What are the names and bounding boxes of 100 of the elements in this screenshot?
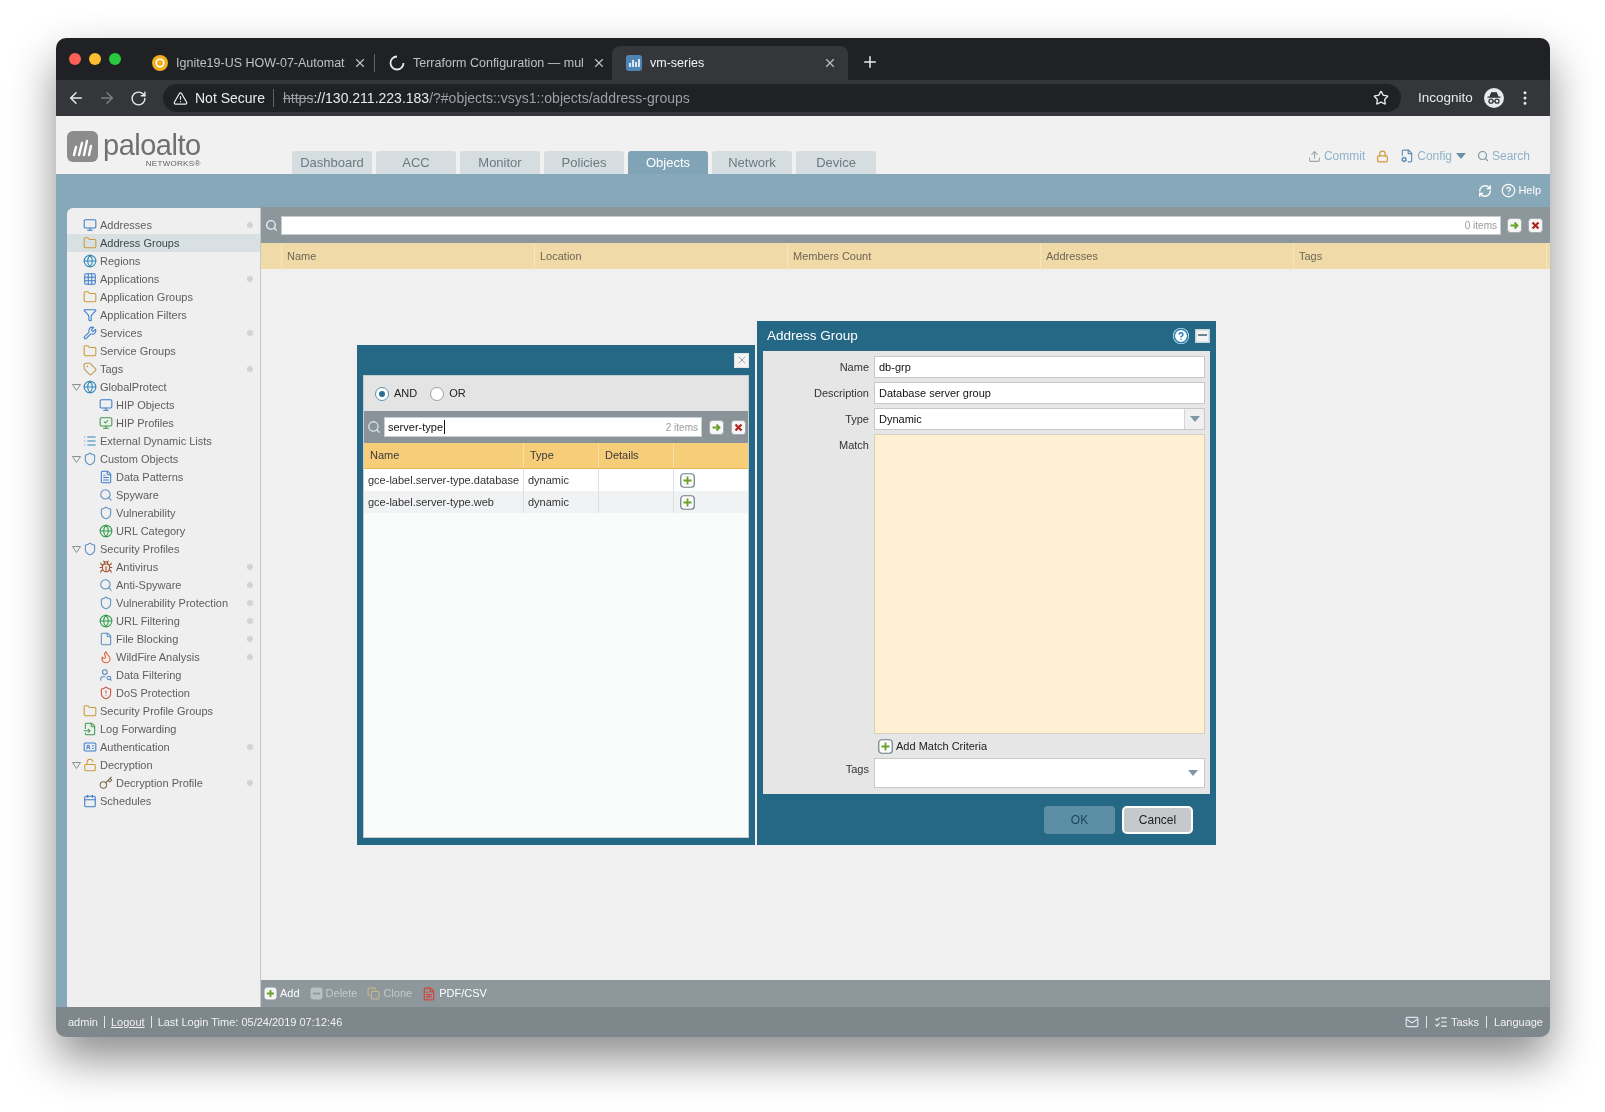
folder-icon: [83, 290, 97, 304]
sidebar-item[interactable]: Services: [67, 324, 260, 342]
browser-tab[interactable]: Terraform Configuration — mul: [375, 46, 611, 80]
add-criteria-link[interactable]: Add Match Criteria: [878, 738, 988, 754]
sidebar-item[interactable]: Applications: [67, 270, 260, 288]
column-header[interactable]: Name: [364, 443, 524, 468]
nav-tab[interactable]: Dashboard: [292, 151, 372, 174]
table-row[interactable]: gce-label.server-type.database dynamic: [364, 469, 748, 491]
new-tab-icon[interactable]: [861, 53, 879, 71]
sidebar-item[interactable]: HIP Objects: [67, 396, 260, 414]
sidebar-item[interactable]: Vulnerability Protection: [67, 594, 260, 612]
nav-tab[interactable]: Device: [796, 151, 876, 174]
checklist-icon: [1433, 1015, 1448, 1029]
search-field[interactable]: server-type 2 items: [384, 417, 702, 437]
sidebar-item[interactable]: Antivirus: [67, 558, 260, 576]
address-bar[interactable]: Not Secure https://130.211.223.183/?#objects::vsys1::objects/address-groups: [163, 84, 1401, 112]
sidebar-item[interactable]: Service Groups: [67, 342, 260, 360]
browser-tab[interactable]: vm-series: [612, 46, 848, 80]
sidebar-item[interactable]: Security Profile Groups: [67, 702, 260, 720]
help-icon[interactable]: [1173, 328, 1189, 344]
sidebar-item[interactable]: HIP Profiles: [67, 414, 260, 432]
column-header[interactable]: Type: [524, 443, 599, 468]
sidebar-item[interactable]: External Dynamic Lists: [67, 432, 260, 450]
sidebar-item[interactable]: DoS Protection: [67, 684, 260, 702]
sidebar-item[interactable]: Authentication: [67, 738, 260, 756]
caret-down-icon[interactable]: [72, 761, 81, 769]
caret-down-icon[interactable]: [72, 455, 81, 463]
mail-icon[interactable]: [1404, 1015, 1419, 1029]
dialog-button[interactable]: Cancel: [1122, 805, 1193, 834]
reload-icon[interactable]: [130, 89, 147, 107]
sidebar-item[interactable]: Addresses: [67, 216, 260, 234]
sidebar-item[interactable]: Spyware: [67, 486, 260, 504]
sidebar-item[interactable]: Application Groups: [67, 288, 260, 306]
sidebar-item[interactable]: Schedules: [67, 792, 260, 810]
circle-logo-icon: [152, 55, 168, 71]
hat-glasses-icon[interactable]: [1483, 88, 1504, 108]
browser-tab[interactable]: Ignite19-US HOW-07-Automat: [138, 46, 374, 80]
table-row[interactable]: gce-label.server-type.web dynamic: [364, 491, 748, 513]
plus-icon[interactable]: [680, 472, 695, 488]
sidebar-item[interactable]: Data Filtering: [67, 666, 260, 684]
sidebar-item[interactable]: URL Category: [67, 522, 260, 540]
radio-button[interactable]: [375, 386, 389, 401]
sidebar-item[interactable]: Regions: [67, 252, 260, 270]
tag-icon: [83, 362, 97, 376]
caret-down-icon[interactable]: [72, 383, 81, 391]
sidebar-item[interactable]: File Blocking: [67, 630, 260, 648]
nav-tab[interactable]: Policies: [544, 151, 624, 174]
star-icon[interactable]: [1373, 90, 1389, 106]
column-header[interactable]: Location: [535, 243, 788, 269]
sidebar-item[interactable]: Vulnerability: [67, 504, 260, 522]
grid-icon: [83, 272, 97, 286]
field-label: Type: [845, 411, 869, 427]
url-text[interactable]: https://130.211.223.183/?#objects::vsys1::objects/address-groups: [283, 87, 690, 109]
sidebar-item[interactable]: Custom Objects: [67, 450, 260, 468]
security-label[interactable]: Not Secure: [195, 87, 266, 109]
sidebar-item[interactable]: WildFire Analysis: [67, 648, 260, 666]
column-header[interactable]: Details: [599, 443, 674, 468]
clear-icon[interactable]: [1528, 217, 1543, 233]
sidebar-item[interactable]: Application Filters: [67, 306, 260, 324]
column-header[interactable]: Name: [282, 243, 535, 269]
language-link[interactable]: Language: [1494, 1013, 1543, 1031]
sidebar-item[interactable]: Tags: [67, 360, 260, 378]
sidebar-item[interactable]: Log Forwarding: [67, 720, 260, 738]
clear-icon[interactable]: [731, 419, 746, 435]
column-header[interactable]: Tags: [1294, 243, 1547, 269]
sidebar-item[interactable]: GlobalProtect: [67, 378, 260, 396]
nav-tab[interactable]: ACC: [376, 151, 456, 174]
tasks-button[interactable]: Tasks: [1433, 1013, 1480, 1031]
calendar-icon: [83, 794, 97, 808]
plus-icon[interactable]: [680, 494, 695, 510]
match-field[interactable]: [874, 434, 1205, 734]
sidebar-item[interactable]: Anti-Spyware: [67, 576, 260, 594]
sidebar-item[interactable]: Decryption Profile: [67, 774, 260, 792]
nav-tab[interactable]: Monitor: [460, 151, 540, 174]
item-count: 2 items: [665, 420, 698, 435]
zoom-window-icon[interactable]: [109, 53, 121, 65]
logout-link[interactable]: Logout: [110, 1013, 145, 1031]
nav-tab[interactable]: Network: [712, 151, 792, 174]
type-select[interactable]: Dynamic: [874, 408, 1205, 430]
close-window-icon[interactable]: [69, 53, 81, 65]
column-header[interactable]: Addresses: [1041, 243, 1294, 269]
sidebar-item[interactable]: Decryption: [67, 756, 260, 774]
column-header[interactable]: Members Count: [788, 243, 1041, 269]
profile-label[interactable]: Incognito: [1418, 87, 1473, 109]
sidebar-item[interactable]: Security Profiles: [67, 540, 260, 558]
sidebar-item[interactable]: Data Patterns: [67, 468, 260, 486]
sidebar-item[interactable]: URL Filtering: [67, 612, 260, 630]
minimize-window-icon[interactable]: [89, 53, 101, 65]
caret-down-icon[interactable]: [72, 545, 81, 553]
forward-icon[interactable]: [98, 89, 116, 107]
radio-button[interactable]: [430, 386, 445, 401]
warning-icon[interactable]: [173, 90, 188, 106]
close-icon[interactable]: [823, 56, 837, 70]
text-field[interactable]: db-grp: [874, 356, 1205, 378]
window-icon[interactable]: [1195, 329, 1210, 343]
tags-field[interactable]: [874, 758, 1205, 788]
sidebar-item[interactable]: Address Groups: [67, 234, 260, 252]
back-icon[interactable]: [67, 89, 85, 107]
plus-icon[interactable]: [878, 738, 893, 754]
text-field[interactable]: Database server group: [874, 382, 1205, 404]
